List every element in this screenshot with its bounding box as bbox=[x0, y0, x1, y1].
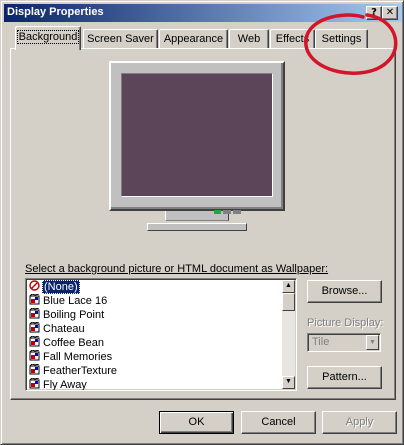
pattern-button[interactable]: Pattern... bbox=[307, 366, 382, 389]
bitmap-file-icon bbox=[29, 322, 40, 333]
wallpaper-label: Select a background picture or HTML docu… bbox=[25, 263, 329, 275]
tab-background[interactable]: Background bbox=[15, 26, 81, 50]
tab-settings[interactable]: Settings bbox=[315, 29, 368, 49]
picture-display-label: Picture Display: bbox=[307, 317, 384, 329]
picture-display-value: Tile bbox=[312, 336, 330, 348]
bitmap-file-icon bbox=[29, 364, 40, 375]
display-properties-window: Display Properties ? ✕ Background Screen… bbox=[0, 0, 404, 445]
list-item[interactable]: (None) bbox=[29, 280, 80, 294]
browse-button[interactable]: Browse... bbox=[307, 280, 382, 303]
ok-button[interactable]: OK bbox=[159, 411, 234, 434]
bitmap-file-icon bbox=[29, 336, 40, 347]
chevron-down-icon[interactable]: ▼ bbox=[366, 335, 379, 350]
list-item[interactable]: Fall Memories bbox=[29, 350, 113, 364]
scroll-down-icon[interactable]: ▼ bbox=[282, 376, 295, 389]
monitor-base bbox=[147, 223, 247, 231]
bitmap-file-icon bbox=[29, 350, 40, 361]
list-item[interactable]: Coffee Bean bbox=[29, 336, 105, 350]
bitmap-file-icon bbox=[29, 308, 40, 319]
list-item[interactable]: FeatherTexture bbox=[29, 364, 118, 378]
wallpaper-listbox[interactable]: (None) Blue Lace 16 Boiling Point Chatea… bbox=[25, 278, 297, 391]
title-bar[interactable]: Display Properties ? ✕ bbox=[4, 4, 402, 22]
scroll-thumb[interactable] bbox=[282, 293, 295, 311]
close-button[interactable]: ✕ bbox=[382, 6, 398, 20]
tab-screen-saver[interactable]: Screen Saver bbox=[83, 29, 158, 49]
list-item[interactable]: Fly Away bbox=[29, 378, 88, 390]
tab-effects[interactable]: Effects bbox=[270, 29, 315, 49]
picture-display-select[interactable]: Tile ▼ bbox=[307, 333, 381, 352]
list-item[interactable]: Blue Lace 16 bbox=[29, 294, 108, 308]
help-button[interactable]: ? bbox=[366, 6, 382, 20]
tab-appearance[interactable]: Appearance bbox=[159, 29, 228, 49]
bitmap-file-icon bbox=[29, 378, 40, 389]
list-item[interactable]: Chateau bbox=[29, 322, 86, 336]
wallpaper-scrollbar[interactable]: ▲ ▼ bbox=[282, 280, 295, 389]
bitmap-file-icon bbox=[29, 294, 40, 305]
monitor-button-icon bbox=[223, 210, 231, 214]
monitor-screen bbox=[121, 73, 273, 197]
power-led-icon bbox=[214, 210, 221, 214]
tab-web[interactable]: Web bbox=[229, 29, 269, 49]
cancel-button[interactable]: Cancel bbox=[241, 411, 316, 434]
scroll-up-icon[interactable]: ▲ bbox=[282, 280, 295, 293]
monitor-button-icon bbox=[233, 210, 241, 214]
window-title: Display Properties bbox=[7, 6, 104, 18]
none-icon bbox=[29, 280, 40, 291]
tab-background-label: Background bbox=[16, 30, 80, 44]
list-item[interactable]: Boiling Point bbox=[29, 308, 105, 322]
apply-button[interactable]: Apply bbox=[322, 411, 397, 434]
